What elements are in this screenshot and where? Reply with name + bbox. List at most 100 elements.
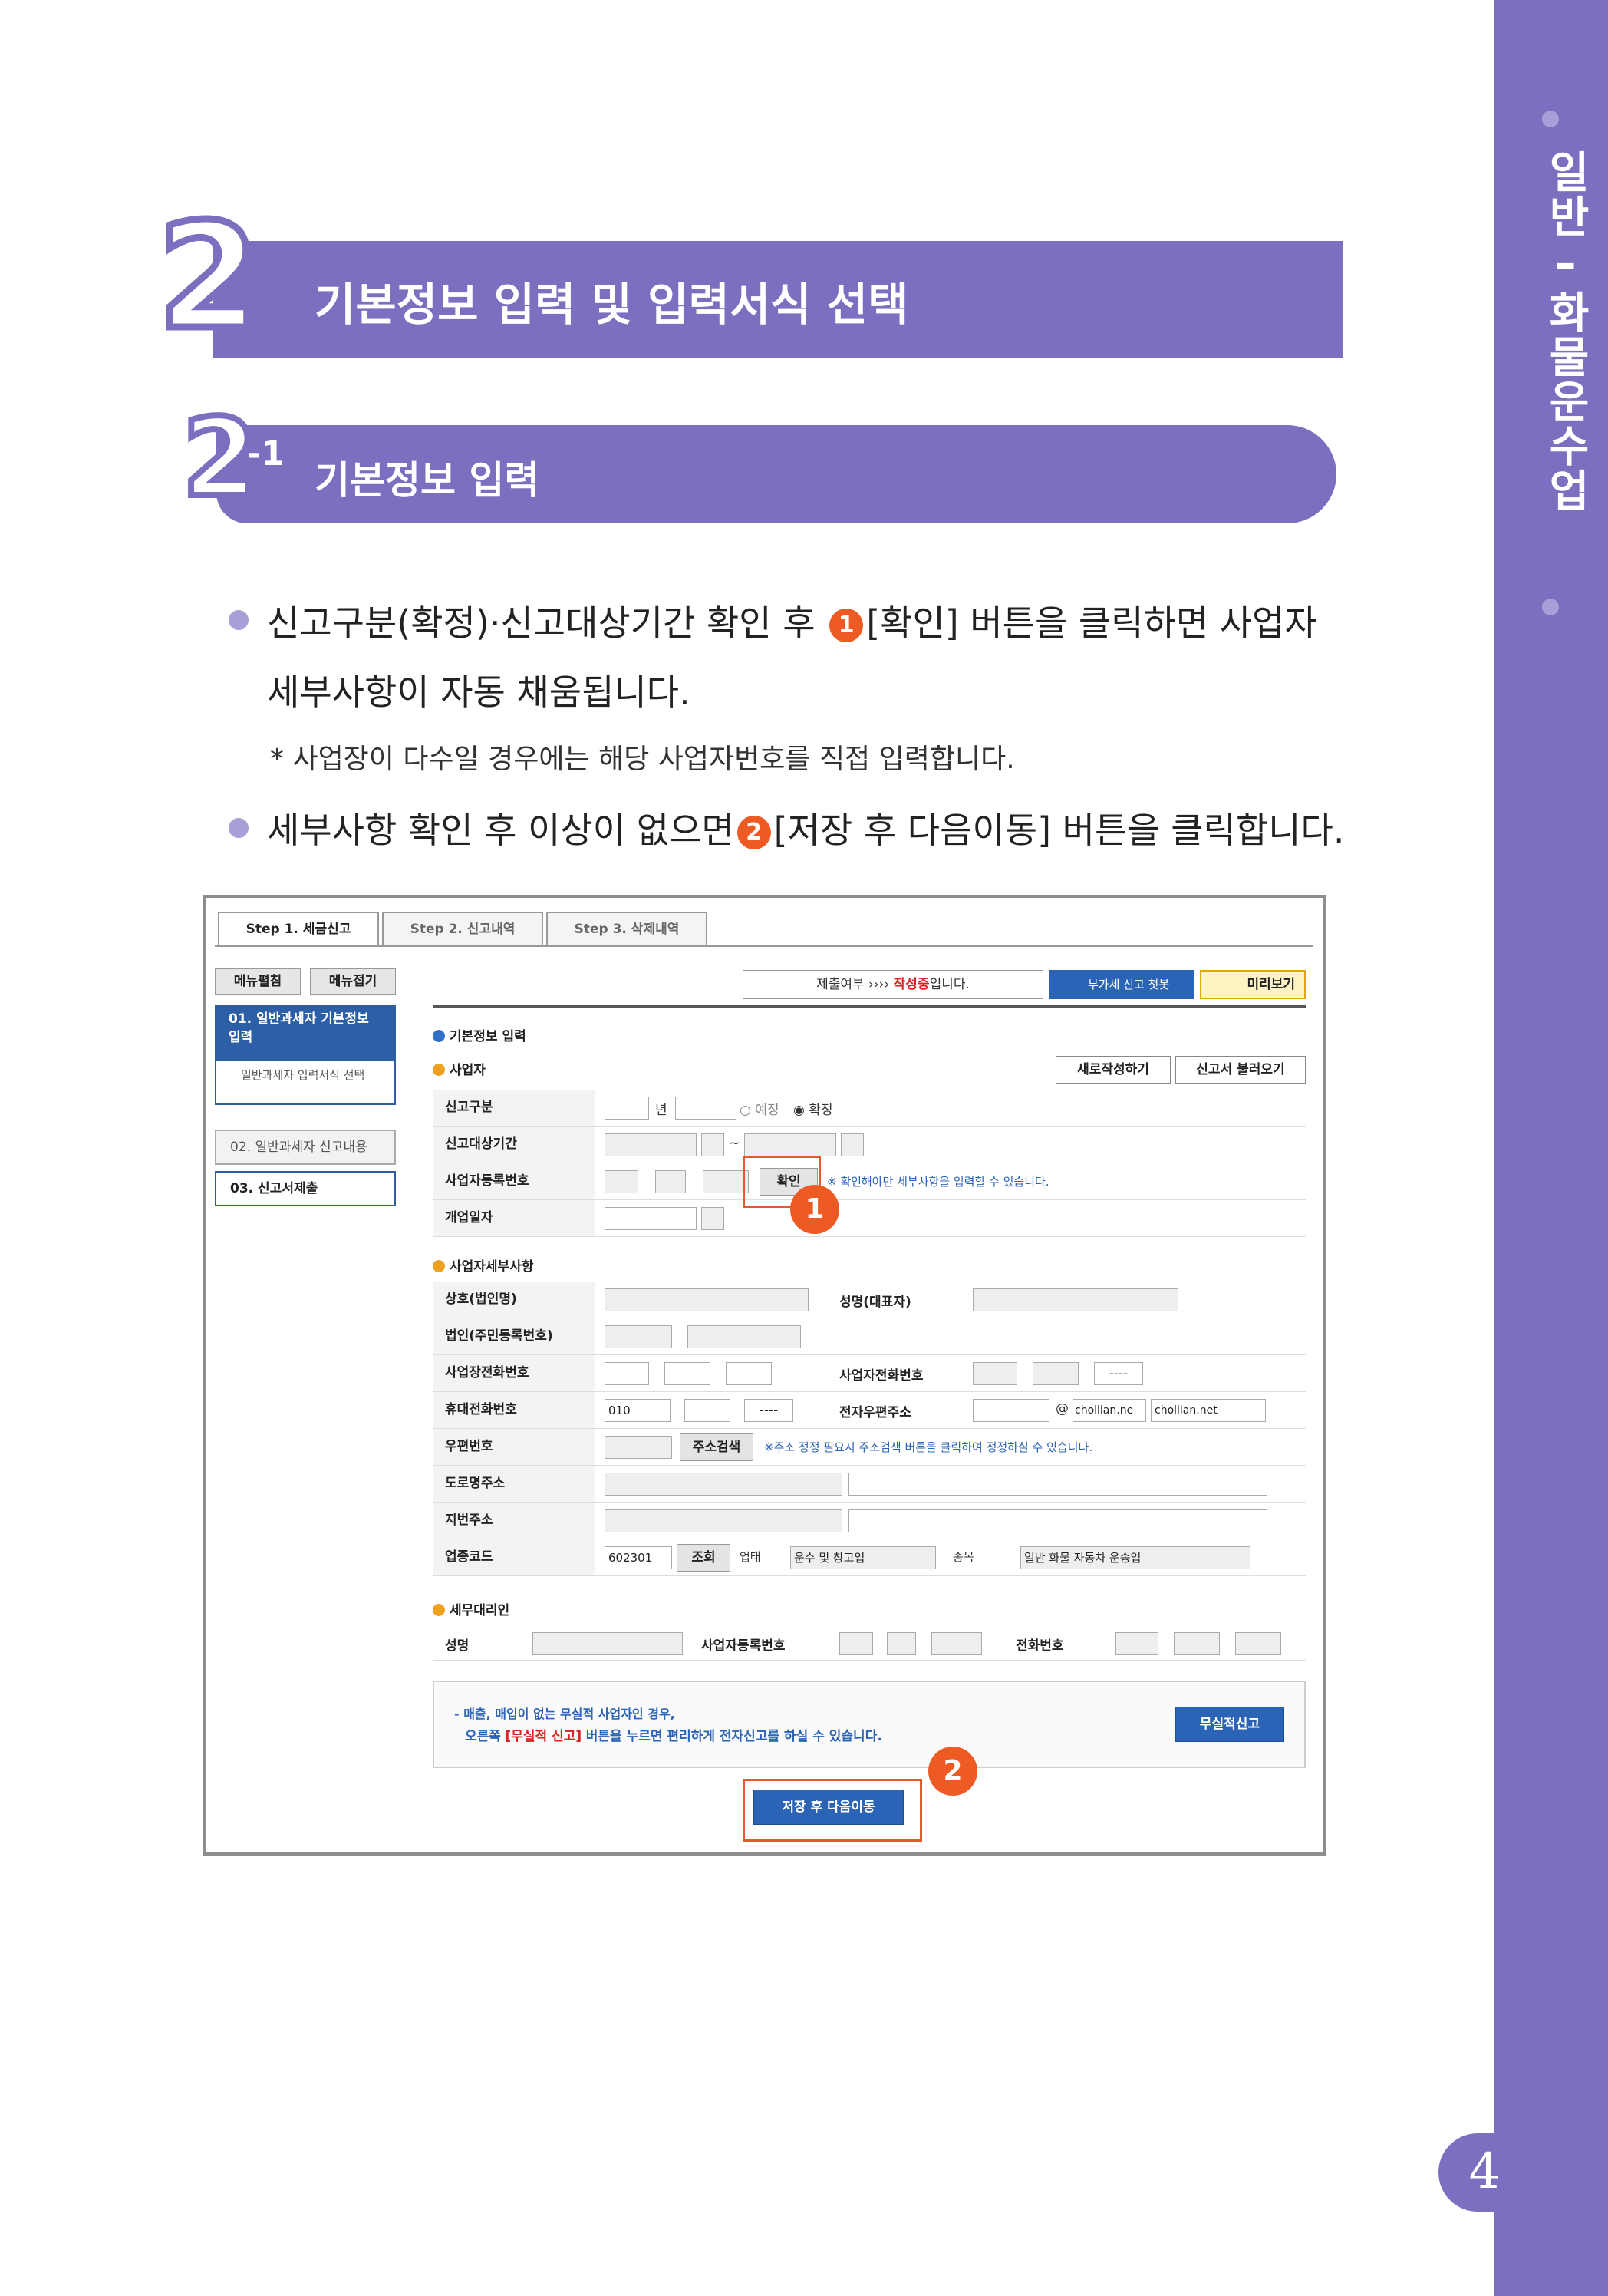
tab-step2[interactable]: Step 2. 신고내역 bbox=[382, 912, 543, 947]
period-start-input[interactable] bbox=[605, 1133, 697, 1156]
row-industry: 업종코드 602301 조회 업태 운수 및 창고업 종목 일반 화물 자동차 … bbox=[433, 1539, 1306, 1576]
category-input[interactable]: 일반 화물 자동차 운송업 bbox=[1020, 1546, 1250, 1569]
label-trade-name: 상호(법인명) bbox=[433, 1282, 595, 1318]
tab-step3[interactable]: Step 3. 삭제내역 bbox=[546, 912, 707, 947]
industry-code-input[interactable]: 602301 bbox=[605, 1546, 672, 1569]
bullet-dot-icon bbox=[1542, 111, 1559, 127]
row-biz-no: 사업자등록번호 확인 ※ 확인해야만 세부사항을 입력할 수 있습니다. bbox=[433, 1163, 1306, 1200]
row-phone: 사업장전화번호 사업자전화번호 ---- bbox=[433, 1355, 1306, 1392]
tab-divider bbox=[215, 945, 1313, 947]
calendar-icon[interactable] bbox=[701, 1207, 724, 1230]
submission-status: 제출여부 ›››› 작성중입니다. bbox=[743, 970, 1043, 999]
rep-name-input[interactable] bbox=[973, 1288, 1178, 1311]
road-address-detail-input[interactable] bbox=[848, 1473, 1267, 1496]
radio-final-label: 확정 bbox=[809, 1103, 833, 1118]
email-domain-input[interactable]: chollian.ne bbox=[1073, 1399, 1146, 1422]
load-report-button[interactable]: 신고서 불러오기 bbox=[1175, 1056, 1306, 1084]
form-section-title-text: 기본정보 입력 bbox=[450, 1029, 526, 1044]
biz-no-part1[interactable] bbox=[605, 1170, 638, 1193]
address-hint: ※주소 정정 필요시 주소검색 버튼을 클릭하여 정정하실 수 있습니다. bbox=[764, 1440, 1093, 1454]
instruction-2: 세부사항 확인 후 이상이 없으면 2 [저장 후 다음이동] 버튼을 클릭합니다. bbox=[267, 803, 1344, 853]
agent-biz-no-part2[interactable] bbox=[887, 1632, 916, 1655]
no-record-notice: - 매출, 매입이 없는 무실적 사업자인 경우, 오른쪽 [무실적 신고] 버… bbox=[433, 1681, 1306, 1768]
new-report-button[interactable]: 새로작성하기 bbox=[1056, 1056, 1171, 1084]
business-type-input[interactable]: 운수 및 창고업 bbox=[790, 1546, 936, 1569]
label-industry-code: 업종코드 bbox=[433, 1539, 595, 1575]
menu-expand-button[interactable]: 메뉴펼침 bbox=[215, 968, 301, 995]
subsection-bullet-icon bbox=[433, 1604, 445, 1616]
mobile-part2[interactable] bbox=[684, 1399, 730, 1422]
biz-no-part3[interactable] bbox=[703, 1170, 749, 1193]
home-phone-part3[interactable]: ---- bbox=[1094, 1362, 1143, 1385]
row-corp-no: 법인(주민등록번호) bbox=[433, 1318, 1306, 1355]
row-road-address: 도로명주소 bbox=[433, 1466, 1306, 1503]
status-label: 제출여부 bbox=[816, 977, 865, 992]
address-search-button[interactable]: 주소검색 bbox=[680, 1433, 753, 1461]
tab-step1[interactable]: Step 1. 세금신고 bbox=[218, 912, 379, 947]
calendar-icon[interactable] bbox=[701, 1133, 724, 1156]
email-domain-select[interactable]: chollian.net bbox=[1151, 1399, 1266, 1422]
no-record-report-button[interactable]: 무실적신고 bbox=[1175, 1707, 1284, 1742]
email-at: @ bbox=[1056, 1401, 1069, 1417]
menu-item-submit[interactable]: 03. 신고서제출 bbox=[215, 1171, 396, 1206]
agent-phone-part1[interactable] bbox=[1115, 1632, 1158, 1655]
confirm-hint: ※ 확인해야만 세부사항을 입력할 수 있습니다. bbox=[827, 1175, 1049, 1189]
period-end-input[interactable] bbox=[744, 1133, 836, 1156]
menu-subitem-form-select[interactable]: 일반과세자 입력서식 선택 bbox=[215, 1059, 396, 1105]
lot-address-detail-input[interactable] bbox=[848, 1509, 1267, 1532]
notice-line-2-post: 버튼을 누르면 편리하게 전자신고를 하실 수 있습니다. bbox=[585, 1729, 882, 1744]
lot-address-input[interactable] bbox=[605, 1509, 842, 1532]
corp-no-part2[interactable] bbox=[687, 1325, 801, 1348]
callout-badge-1: 1 bbox=[790, 1185, 839, 1234]
biz-phone-part1[interactable] bbox=[605, 1362, 649, 1385]
mobile-part3[interactable]: ---- bbox=[744, 1399, 793, 1422]
label-agent-biz-no: 사업자등록번호 bbox=[701, 1638, 786, 1654]
agent-phone-part2[interactable] bbox=[1174, 1632, 1220, 1655]
email-id-input[interactable] bbox=[973, 1399, 1049, 1422]
instruction-2-text: 세부사항 확인 후 이상이 없으면 bbox=[267, 810, 734, 851]
corp-no-part1[interactable] bbox=[605, 1325, 672, 1348]
subsection-suffix: -1 bbox=[247, 434, 285, 473]
row-lot-address: 지번주소 bbox=[433, 1503, 1306, 1539]
calendar-icon[interactable] bbox=[841, 1133, 864, 1156]
agent-biz-no-part1[interactable] bbox=[839, 1632, 873, 1655]
industry-lookup-button[interactable]: 조회 bbox=[677, 1544, 730, 1572]
term-select[interactable] bbox=[675, 1097, 736, 1120]
mobile-prefix-select[interactable]: 010 bbox=[605, 1399, 671, 1422]
label-open-date: 개업일자 bbox=[433, 1200, 595, 1236]
home-phone-part2[interactable] bbox=[1033, 1362, 1079, 1385]
row-trade-name: 상호(법인명) 성명(대표자) bbox=[433, 1282, 1306, 1318]
radio-prelim-label: 예정 bbox=[755, 1103, 779, 1118]
radio-final[interactable]: ◉ 확정 bbox=[793, 1099, 833, 1118]
biz-phone-part2[interactable] bbox=[664, 1362, 710, 1385]
menu-item-basic-info[interactable]: 01. 일반과세자 기본정보 입력 bbox=[215, 1005, 396, 1059]
status-arrow: ›››› bbox=[868, 977, 894, 992]
year-input[interactable] bbox=[605, 1097, 649, 1120]
radio-prelim[interactable]: ○ 예정 bbox=[740, 1099, 779, 1118]
subsection-bullet-icon bbox=[433, 1260, 445, 1272]
home-phone-part1[interactable] bbox=[973, 1362, 1017, 1385]
biz-no-part2[interactable] bbox=[655, 1170, 686, 1193]
label-agent-name: 성명 bbox=[445, 1638, 470, 1654]
instruction-1-line2: 세부사항이 자동 채움됩니다. bbox=[267, 671, 690, 713]
agent-phone-part3[interactable] bbox=[1235, 1632, 1281, 1655]
row-period: 신고대상기간 ~ bbox=[433, 1127, 1306, 1163]
label-report-type: 신고구분 bbox=[433, 1090, 595, 1126]
bullet-dot-icon bbox=[1542, 599, 1559, 615]
open-date-input[interactable] bbox=[605, 1207, 697, 1230]
agent-biz-no-part3[interactable] bbox=[931, 1632, 982, 1655]
label-email: 전자우편주소 bbox=[839, 1405, 911, 1420]
subsection-agent-text: 세무대리인 bbox=[450, 1603, 510, 1618]
menu-item-report-content[interactable]: 02. 일반과세자 신고내용 bbox=[215, 1130, 396, 1165]
label-biz-phone: 사업장전화번호 bbox=[433, 1355, 595, 1391]
save-next-button[interactable]: 저장 후 다음이동 bbox=[753, 1790, 904, 1825]
road-address-input[interactable] bbox=[605, 1473, 842, 1496]
zip-input[interactable] bbox=[605, 1436, 672, 1459]
callout-badge-2: 2 bbox=[928, 1747, 977, 1796]
agent-name-input[interactable] bbox=[532, 1632, 683, 1655]
trade-name-input[interactable] bbox=[605, 1288, 809, 1311]
preview-button[interactable]: 미리보기 bbox=[1200, 970, 1306, 999]
biz-phone-part3[interactable] bbox=[726, 1362, 772, 1385]
menu-collapse-button[interactable]: 메뉴접기 bbox=[310, 968, 396, 995]
filing-guide-button[interactable]: 부가세 신고 첫봇 bbox=[1049, 970, 1194, 999]
